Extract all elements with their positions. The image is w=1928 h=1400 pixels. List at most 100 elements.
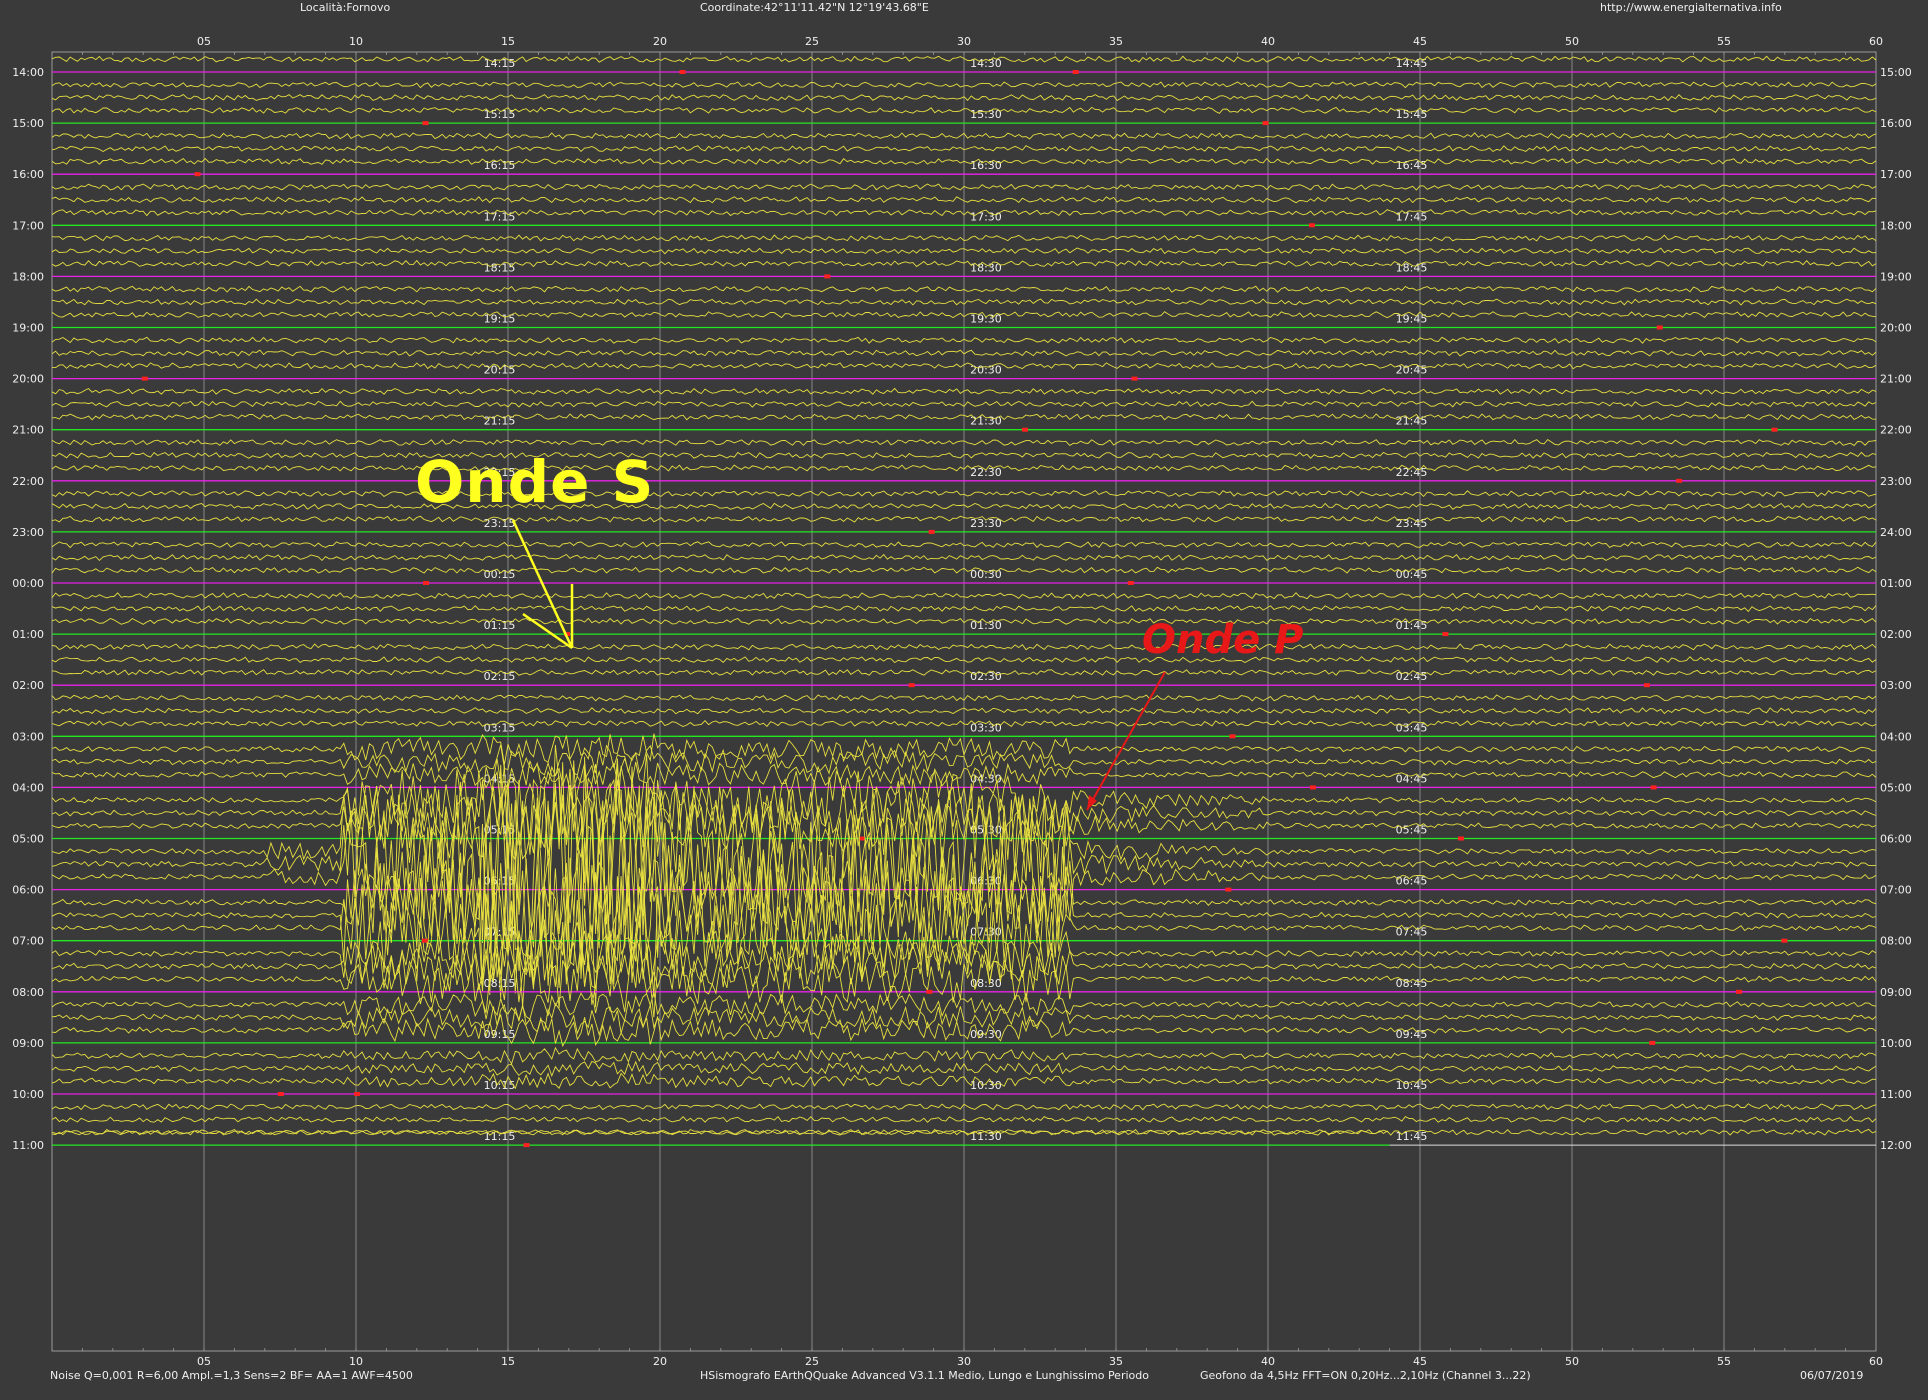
event-marker — [421, 938, 428, 943]
quarter-label: 23:30 — [970, 517, 1002, 530]
minute-tick-top: 55 — [1717, 35, 1731, 48]
quarter-label: 11:45 — [1396, 1130, 1428, 1143]
hour-label-right: 20:00 — [1880, 322, 1912, 335]
minute-tick-bottom: 10 — [349, 1355, 363, 1368]
quarter-label: 19:30 — [970, 313, 1002, 326]
minute-tick-top: 35 — [1109, 35, 1123, 48]
event-marker — [1225, 887, 1232, 892]
event-marker — [1676, 478, 1683, 483]
hour-label-left: 22:00 — [12, 475, 44, 488]
minute-tick-top: 05 — [197, 35, 211, 48]
hour-label-right: 01:00 — [1880, 577, 1912, 590]
quarter-label: 20:15 — [484, 364, 516, 377]
hour-label-right: 07:00 — [1880, 884, 1912, 897]
minute-tick-bottom: 15 — [501, 1355, 515, 1368]
event-marker — [1072, 70, 1079, 74]
hour-label-left: 19:00 — [12, 322, 44, 335]
quarter-label: 21:45 — [1396, 415, 1428, 428]
minute-tick-top: 50 — [1565, 35, 1579, 48]
software-label: HSismografo EArthQQuake Advanced V3.1.1 … — [700, 1369, 1149, 1382]
hour-label-left: 01:00 — [12, 628, 44, 641]
hour-label-left: 16:00 — [12, 168, 44, 181]
hour-label-left: 14:00 — [12, 66, 44, 79]
hour-label-right: 05:00 — [1880, 781, 1912, 794]
quarter-label: 10:30 — [970, 1079, 1002, 1092]
event-marker — [679, 70, 686, 74]
minute-tick-bottom: 55 — [1717, 1355, 1731, 1368]
hour-label-right: 08:00 — [1880, 935, 1912, 948]
minute-tick-bottom: 20 — [653, 1355, 667, 1368]
minute-tick-top: 30 — [957, 35, 971, 48]
hour-label-right: 22:00 — [1880, 424, 1912, 437]
hour-label-right: 19:00 — [1880, 270, 1912, 283]
minute-tick-bottom: 60 — [1869, 1355, 1883, 1368]
minute-tick-bottom: 35 — [1109, 1355, 1123, 1368]
hour-label-right: 24:00 — [1880, 526, 1912, 539]
quarter-label: 17:30 — [970, 210, 1002, 223]
event-marker — [1649, 1040, 1656, 1045]
minute-tick-bottom: 40 — [1261, 1355, 1275, 1368]
event-marker — [141, 376, 148, 381]
minute-tick-bottom: 25 — [805, 1355, 819, 1368]
event-marker — [1656, 325, 1663, 330]
event-marker — [926, 989, 933, 994]
coordinates-label: Coordinate:42°11'11.42"N 12°19'43.68"E — [700, 1, 929, 14]
event-marker — [1308, 223, 1315, 228]
quarter-label: 15:30 — [970, 108, 1002, 121]
minute-tick-top: 45 — [1413, 35, 1427, 48]
quarter-label: 03:15 — [484, 721, 516, 734]
event-marker — [1262, 121, 1269, 126]
minute-tick-top: 25 — [805, 35, 819, 48]
quarter-label: 14:15 — [484, 57, 516, 70]
p-wave-arrow — [1086, 671, 1166, 811]
hour-label-left: 18:00 — [12, 270, 44, 283]
hour-label-left: 09:00 — [12, 1037, 44, 1050]
event-marker — [1442, 632, 1449, 637]
hour-label-left: 00:00 — [12, 577, 44, 590]
hour-label-right: 04:00 — [1880, 730, 1912, 743]
event-marker — [1309, 785, 1316, 790]
minute-tick-bottom: 50 — [1565, 1355, 1579, 1368]
event-marker — [1643, 683, 1650, 688]
quarter-label: 22:30 — [970, 466, 1002, 479]
hour-label-right: 10:00 — [1880, 1037, 1912, 1050]
quarter-label: 15:45 — [1396, 108, 1428, 121]
date-label: 06/07/2019 — [1800, 1369, 1864, 1382]
hour-label-left: 15:00 — [12, 117, 44, 130]
settings-label: Noise Q=0,001 R=6,00 Ampl.=1,3 Sens=2 BF… — [50, 1369, 413, 1382]
hour-label-left: 21:00 — [12, 424, 44, 437]
event-marker — [1021, 427, 1028, 432]
hour-label-right: 02:00 — [1880, 628, 1912, 641]
quarter-label: 20:30 — [970, 364, 1002, 377]
quarter-label: 02:30 — [970, 670, 1002, 683]
hour-label-left: 23:00 — [12, 526, 44, 539]
hour-label-right: 17:00 — [1880, 168, 1912, 181]
hour-label-left: 10:00 — [12, 1088, 44, 1101]
event-marker — [1127, 581, 1134, 585]
hour-label-left: 06:00 — [12, 884, 44, 897]
hour-label-right: 11:00 — [1880, 1088, 1912, 1101]
minute-tick-top: 60 — [1869, 35, 1883, 48]
website-link[interactable]: http://www.energialternativa.info — [1600, 1, 1782, 14]
quarter-label: 09:15 — [484, 1028, 516, 1041]
location-label: Località:Fornovo — [300, 1, 391, 14]
event-marker — [1457, 836, 1464, 841]
event-marker — [1229, 734, 1236, 739]
p-wave-arrow-head — [1087, 795, 1097, 810]
hour-label-left: 02:00 — [12, 679, 44, 692]
minute-tick-bottom: 05 — [197, 1355, 211, 1368]
event-marker — [928, 529, 935, 534]
quarter-label: 18:45 — [1396, 261, 1428, 274]
event-marker — [194, 172, 201, 177]
quarter-label: 07:45 — [1396, 926, 1428, 939]
quarter-label: 16:15 — [484, 159, 516, 172]
quarter-label: 09:45 — [1396, 1028, 1428, 1041]
event-marker — [824, 274, 831, 279]
s-waves-annotation: Onde S — [415, 448, 655, 516]
hour-label-right: 06:00 — [1880, 833, 1912, 846]
hour-label-left: 04:00 — [12, 781, 44, 794]
minute-tick-top: 40 — [1261, 35, 1275, 48]
event-marker — [354, 1092, 361, 1096]
hour-label-right: 03:00 — [1880, 679, 1912, 692]
seismogram-plot: 05 05 10 10 15 15 20 20 25 25 30 30 35 35 40 40 45 45 50 50… — [12, 35, 1912, 1368]
